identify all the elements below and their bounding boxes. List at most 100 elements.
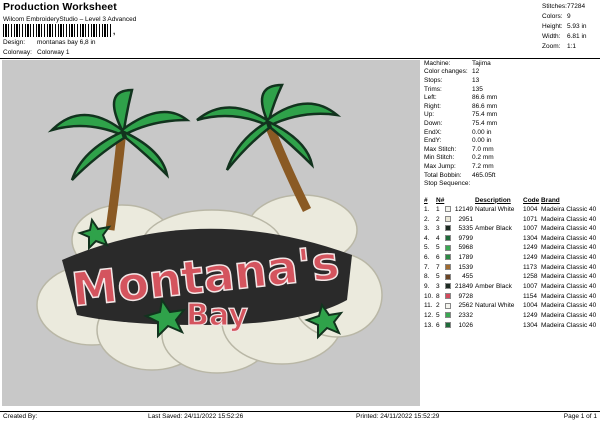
info-label: Total Bobbin: (424, 171, 462, 179)
table-row: 6. 6 1789 1249 Madeira Classic 40 (424, 253, 600, 263)
thread-code: 1304 (523, 234, 538, 242)
stop-number: 11. (424, 302, 433, 310)
info-row: Right: 86.6 mm (424, 102, 600, 111)
thread-description (475, 253, 523, 263)
info-value: 75.4 mm (472, 111, 498, 119)
stop-number: 5. (424, 244, 430, 252)
color-swatch (445, 311, 453, 321)
info-value: Tajima (472, 59, 491, 67)
table-row: 1. 1 12149 Natural White 1004 Madeira Classic… (424, 205, 600, 215)
thread-description: Amber Black (475, 225, 512, 233)
stitch-count: 9728 (458, 292, 473, 300)
needle-number: 1 (436, 205, 440, 213)
color-swatch (445, 253, 453, 263)
stop-number: 8. (424, 273, 430, 281)
needle-number: 8 (436, 292, 440, 300)
stop-number: 3. (424, 225, 430, 233)
color-swatch (445, 214, 453, 224)
info-row: Trims: 135 (424, 85, 600, 94)
color-swatch (445, 272, 453, 282)
width-value: 6.81 in (567, 33, 587, 41)
height-label: Height: (542, 22, 563, 30)
info-label: Max Stitch: (424, 145, 457, 153)
table-row: 4. 4 9799 1304 Madeira Classic 40 (424, 234, 600, 244)
stitch-count: 2951 (458, 215, 473, 223)
height-value: 5.93 in (567, 22, 587, 30)
table-row: 10. 8 9728 1154 Madeira Classic 40 (424, 291, 600, 301)
info-label: EndX: (424, 128, 442, 136)
color-swatch (445, 301, 453, 311)
swatch-box (445, 225, 451, 232)
info-label: Max Jump: (424, 162, 456, 170)
swatch-box (445, 273, 451, 280)
needle-number: 4 (436, 234, 440, 242)
info-label: Down: (424, 119, 443, 127)
palm-leaves (47, 83, 342, 181)
design-preview: Montana's Bay (2, 60, 420, 406)
table-row: 9. 3 21849 Amber Black 1007 Madeira Classic 4… (424, 282, 600, 292)
colorway-label: Colorway: (3, 49, 32, 56)
stitch-count: 1539 (458, 263, 473, 271)
color-swatch (445, 205, 453, 215)
needle-number: 2 (436, 215, 440, 223)
thread-brand: Madeira Classic 40 (541, 263, 597, 271)
stop-number: 2. (424, 215, 430, 223)
stitch-count: 5335 (458, 225, 473, 233)
info-row: Min Stitch: 0.2 mm (424, 154, 600, 163)
info-row: EndY: 0.00 in (424, 136, 600, 145)
thread-brand: Madeira Classic 40 (541, 244, 597, 252)
design-row: Design: montanas bay 6,8 in (3, 39, 96, 46)
info-label: EndY: (424, 137, 442, 145)
info-row: Up: 75.4 mm (424, 111, 600, 120)
thread-description: Natural White (475, 205, 515, 213)
stitch-count: 2562 (458, 302, 473, 310)
design-title-line2: Bay (186, 298, 248, 333)
thread-description (475, 214, 523, 224)
barcode-suffix: , (113, 27, 116, 36)
table-row: 7. 7 1539 1173 Madeira Classic 40 (424, 262, 600, 272)
thread-code: 1007 (523, 225, 538, 233)
swatch-box (445, 215, 451, 222)
color-swatch (445, 224, 453, 234)
info-row: Max Stitch: 7.0 mm (424, 145, 600, 154)
swatch-box (445, 254, 451, 261)
thread-description (475, 243, 523, 253)
col-stop: # (424, 196, 428, 204)
thread-code: 1258 (523, 273, 538, 281)
thread-code: 1304 (523, 321, 538, 329)
info-label: Right: (424, 102, 441, 110)
barcode (3, 24, 113, 37)
thread-code: 1007 (523, 283, 538, 291)
needle-number: 3 (436, 225, 440, 233)
thread-brand: Madeira Classic 40 (541, 321, 597, 329)
stop-sequence-table: # N# Description Code Brand 1. 1 12149 Natu… (424, 196, 600, 330)
table-row: 5. 5 5968 1249 Madeira Classic 40 (424, 243, 600, 253)
needle-number: 5 (436, 273, 440, 281)
color-swatch (445, 243, 453, 253)
col-brand: Brand (541, 196, 560, 204)
info-label: Color changes: (424, 68, 468, 76)
thread-brand: Madeira Classic 40 (541, 283, 597, 291)
info-value: 7.2 mm (472, 162, 494, 170)
info-value: 465.05ft (472, 171, 496, 179)
col-count (453, 196, 475, 205)
info-row: Stops: 13 (424, 76, 600, 85)
thread-brand: Madeira Classic 40 (541, 273, 597, 281)
thread-description (475, 311, 523, 321)
color-swatch (445, 234, 453, 244)
needle-number: 6 (436, 254, 440, 262)
thread-description (475, 272, 523, 282)
info-row: Left: 86.6 mm (424, 93, 600, 102)
swatch-box (445, 235, 451, 242)
needle-number: 7 (436, 263, 440, 271)
zoom-label: Zoom: (542, 43, 561, 51)
stop-number: 12. (424, 311, 434, 319)
colorway-row: Colorway: Colorway 1 (3, 49, 70, 56)
colors-label: Colors: (542, 12, 563, 20)
col-code: Code (523, 196, 540, 204)
stop-number: 9. (424, 283, 430, 291)
swatch-box (445, 321, 451, 328)
swatch-box (445, 283, 451, 290)
info-label: Stops: (424, 76, 443, 84)
stitch-count: 9799 (458, 234, 473, 242)
